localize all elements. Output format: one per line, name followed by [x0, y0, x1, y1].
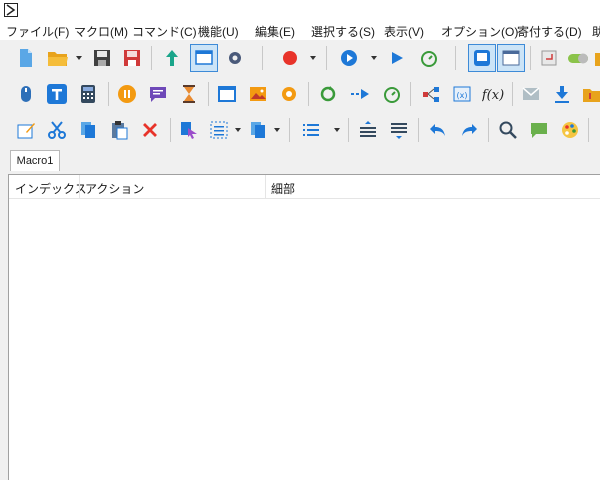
view-panel-icon[interactable] [190, 44, 218, 72]
folder-icon[interactable] [578, 80, 600, 108]
share-icon[interactable] [417, 80, 445, 108]
chevron-down-icon[interactable] [370, 54, 378, 62]
app-icon [4, 3, 18, 17]
copy-icon[interactable] [74, 116, 102, 144]
timer-icon[interactable] [415, 44, 443, 72]
menu-select[interactable]: 選択する(S) [311, 23, 375, 40]
record-icon[interactable] [276, 44, 304, 72]
chevron-down-icon[interactable] [309, 54, 317, 62]
column-action[interactable]: アクション [85, 180, 144, 197]
svg-text:(x): (x) [457, 91, 468, 100]
new-file-icon[interactable] [12, 44, 40, 72]
action-list[interactable]: インデックス アクション 細部 [8, 174, 600, 480]
variable-icon[interactable]: (x) [448, 80, 476, 108]
folder-alert-icon[interactable] [590, 44, 600, 72]
menu-help[interactable]: 助 [592, 23, 600, 40]
text-icon[interactable] [43, 80, 71, 108]
menu-macro[interactable]: マクロ(M) [74, 23, 128, 40]
speech-icon[interactable] [525, 116, 553, 144]
menu-command[interactable]: コマンド(C) [132, 23, 197, 40]
select-all-icon[interactable] [205, 116, 233, 144]
timer-icon[interactable] [378, 80, 406, 108]
download-icon[interactable] [548, 80, 576, 108]
move-up-icon[interactable] [354, 116, 382, 144]
chevron-down-icon[interactable] [273, 126, 281, 134]
menu-file[interactable]: ファイル(F) [6, 23, 69, 40]
menu-donate[interactable]: 寄付する(D) [517, 23, 582, 40]
delete-icon[interactable] [136, 116, 164, 144]
list-header: インデックス アクション 細部 [9, 175, 600, 199]
palette-icon[interactable] [556, 116, 584, 144]
window-capture-icon[interactable] [468, 44, 496, 72]
function-icon[interactable]: f(x) [479, 80, 507, 108]
column-divider[interactable] [79, 175, 80, 199]
comment-icon[interactable] [144, 80, 172, 108]
toolbar-row-3 [0, 112, 600, 148]
menu-function[interactable]: 機能(U) [198, 23, 239, 40]
toggle-icon[interactable] [565, 44, 593, 72]
settings-gear-icon[interactable] [221, 44, 249, 72]
title-bar [0, 0, 600, 20]
pause-icon[interactable] [113, 80, 141, 108]
svg-text:f(x): f(x) [482, 88, 504, 103]
play-simple-icon[interactable] [383, 44, 411, 72]
macro-tabs: Macro1 [0, 148, 600, 174]
toolbar-row-2: (x) f(x) [0, 76, 600, 112]
goto-arrow-icon[interactable] [346, 80, 374, 108]
duplicate-icon[interactable] [244, 116, 272, 144]
menu-edit[interactable]: 編集(E) [255, 23, 295, 40]
redo-icon[interactable] [455, 116, 483, 144]
menu-options[interactable]: オプション(O) [441, 23, 518, 40]
select-icon[interactable] [175, 116, 203, 144]
image-icon[interactable] [244, 80, 272, 108]
window-mode-icon[interactable] [497, 44, 525, 72]
cut-icon[interactable] [43, 116, 71, 144]
paste-icon[interactable] [105, 116, 133, 144]
column-details[interactable]: 細部 [271, 180, 295, 197]
mail-icon[interactable] [517, 80, 545, 108]
repeat-icon[interactable] [314, 80, 342, 108]
calculator-icon[interactable] [74, 80, 102, 108]
play-icon[interactable] [335, 44, 363, 72]
window-icon[interactable] [213, 80, 241, 108]
enter-key-icon[interactable] [535, 44, 563, 72]
chevron-down-icon[interactable] [75, 54, 83, 62]
open-folder-icon[interactable] [44, 44, 72, 72]
chevron-down-icon[interactable] [333, 126, 341, 134]
toolbar-row-1 [0, 40, 600, 76]
column-index[interactable]: インデックス [15, 180, 87, 197]
save-as-icon[interactable] [118, 44, 146, 72]
mouse-icon[interactable] [12, 80, 40, 108]
save-icon[interactable] [88, 44, 116, 72]
list-icon[interactable] [297, 116, 325, 144]
gear-orange-icon[interactable] [275, 80, 303, 108]
upload-icon[interactable] [158, 44, 186, 72]
column-divider[interactable] [265, 175, 266, 199]
menu-view[interactable]: 表示(V) [384, 23, 424, 40]
hourglass-icon[interactable] [175, 80, 203, 108]
edit-icon[interactable] [12, 116, 40, 144]
move-down-icon[interactable] [385, 116, 413, 144]
search-icon[interactable] [494, 116, 522, 144]
menu-bar: ファイル(F) マクロ(M) コマンド(C) 機能(U) 編集(E) 選択する(… [0, 20, 600, 40]
undo-icon[interactable] [424, 116, 452, 144]
tab-macro1[interactable]: Macro1 [10, 150, 60, 171]
chevron-down-icon[interactable] [234, 126, 242, 134]
